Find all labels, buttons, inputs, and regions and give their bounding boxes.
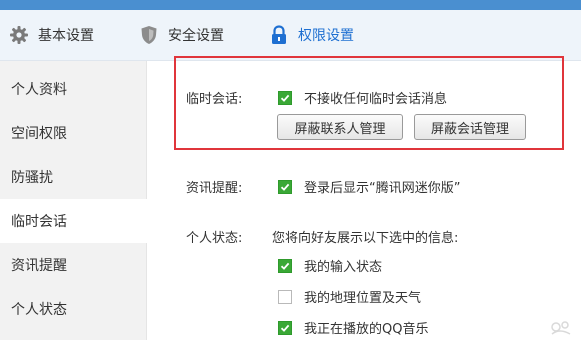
location-weather-text: 我的地理位置及天气: [304, 291, 422, 306]
shield-icon: [138, 24, 160, 46]
tab-basic-settings-label: 基本设置: [38, 28, 94, 44]
qq-music-checkbox[interactable]: 我正在播放的QQ音乐: [278, 318, 428, 337]
sidebar-item-space-permission[interactable]: 空间权限: [0, 111, 146, 155]
sidebar-item-news-reminder[interactable]: 资讯提醒: [0, 243, 146, 287]
tab-basic-settings[interactable]: 基本设置: [8, 22, 94, 48]
tab-permission-settings[interactable]: 权限设置: [268, 22, 354, 48]
tab-permission-settings-label: 权限设置: [298, 28, 354, 44]
typing-status-checkbox[interactable]: 我的输入状态: [278, 256, 382, 275]
settings-sidebar: 个人资料 空间权限 防骚扰 临时会话 资讯提醒 个人状态: [0, 61, 147, 340]
watermark-icon: [549, 318, 573, 336]
news-reminder-label: 资讯提醒:: [186, 181, 243, 196]
gear-icon: [8, 24, 30, 46]
lock-icon: [268, 24, 290, 46]
checkbox-checked-icon: [278, 258, 292, 273]
settings-tab-bar: 基本设置 安全设置 权限设置: [0, 10, 581, 61]
window-title-bar: [0, 0, 581, 10]
red-highlight-box: [174, 56, 564, 150]
personal-status-description: 您将向好友展示以下选中的信息:: [272, 231, 459, 246]
checkbox-unchecked-icon: [278, 289, 292, 304]
show-tencent-mini-text: 登录后显示“腾讯网迷你版”: [304, 181, 461, 196]
tab-security-settings-label: 安全设置: [168, 28, 224, 44]
sidebar-item-temp-session[interactable]: 临时会话: [0, 199, 147, 243]
sidebar-item-anti-harassment[interactable]: 防骚扰: [0, 155, 146, 199]
sidebar-item-profile[interactable]: 个人资料: [0, 67, 146, 111]
sidebar-item-personal-status[interactable]: 个人状态: [0, 287, 146, 331]
show-tencent-mini-checkbox[interactable]: 登录后显示“腾讯网迷你版”: [278, 177, 460, 196]
qq-music-text: 我正在播放的QQ音乐: [304, 322, 429, 337]
tab-security-settings[interactable]: 安全设置: [138, 22, 224, 48]
checkbox-checked-icon: [278, 320, 292, 335]
checkbox-checked-icon: [278, 179, 292, 194]
location-weather-checkbox[interactable]: 我的地理位置及天气: [278, 287, 421, 306]
typing-status-text: 我的输入状态: [304, 260, 383, 275]
personal-status-label: 个人状态:: [186, 231, 243, 246]
